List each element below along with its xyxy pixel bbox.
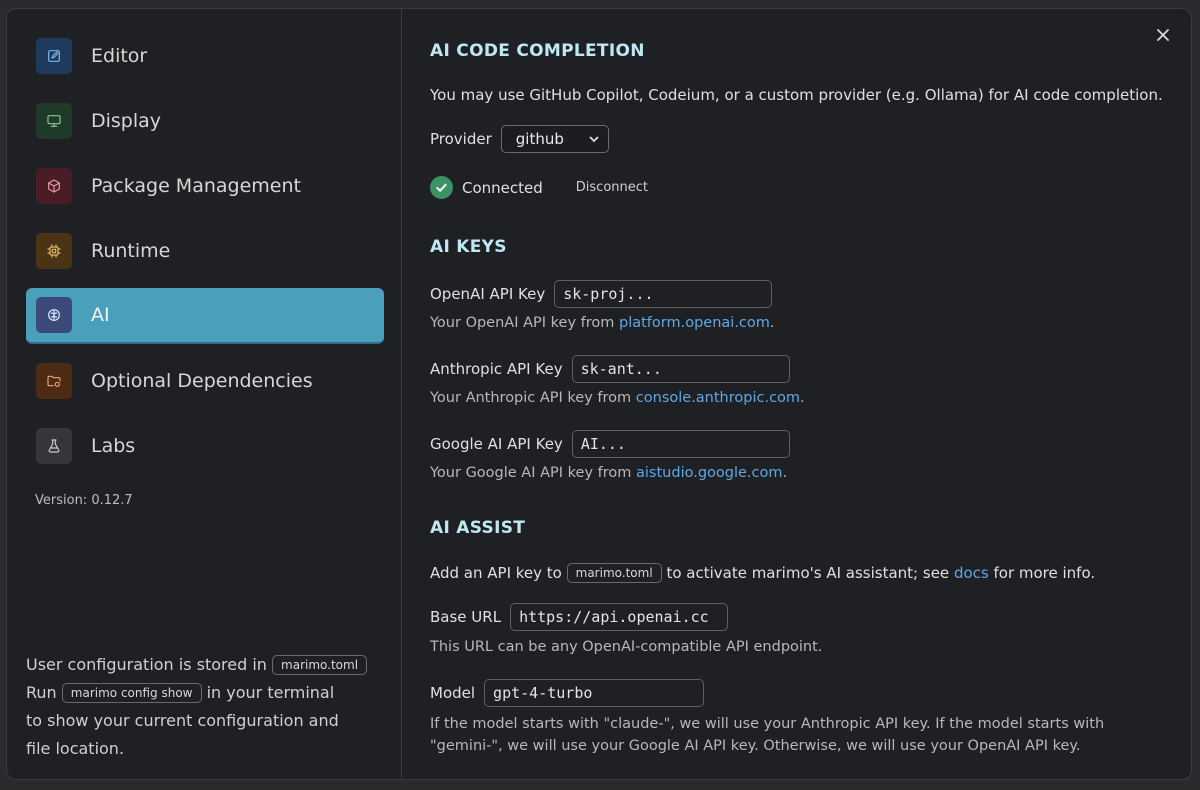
google-key-input[interactable] — [571, 430, 790, 458]
connection-status: Connected — [462, 178, 543, 197]
anthropic-key-help: Your Anthropic API key from console.anth… — [430, 390, 805, 406]
sidebar-item-labs[interactable]: Labs — [26, 418, 384, 474]
google-aistudio-link[interactable]: aistudio.google.com — [636, 465, 782, 481]
assist-config-file-badge: marimo.toml — [566, 563, 662, 583]
provider-row: Provider github — [430, 125, 609, 153]
sidebar-item-label: Optional Dependencies — [91, 370, 313, 392]
provider-select[interactable]: github — [500, 125, 609, 153]
google-key-row: Google AI API Key — [430, 430, 790, 458]
help-text: . — [782, 465, 788, 481]
model-help: If the model starts with "claude-", we w… — [430, 716, 1105, 754]
sidebar-item-package-management[interactable]: Package Management — [26, 158, 384, 214]
help-text: Your OpenAI API key from — [430, 315, 615, 331]
anthropic-key-row: Anthropic API Key — [430, 355, 790, 383]
config-note-text: User configuration is stored in — [26, 655, 267, 674]
check-circle-icon — [430, 176, 453, 199]
config-location-note: User configuration is stored in marimo.t… — [26, 651, 386, 763]
settings-dialog: Editor Display Package Management Runtim… — [6, 8, 1192, 780]
sidebar-item-ai[interactable]: AI — [26, 288, 384, 344]
openai-key-row: OpenAI API Key — [430, 280, 773, 308]
version-label: Version: 0.12.7 — [35, 493, 133, 508]
openai-platform-link[interactable]: platform.openai.com — [619, 315, 770, 331]
sidebar-item-label: Display — [91, 110, 162, 132]
base-url-row: Base URL — [430, 603, 729, 631]
assist-intro-text: Add an API key to — [430, 564, 562, 582]
provider-label: Provider — [430, 130, 492, 148]
section-title-ai-code-completion: AI CODE COMPLETION — [430, 41, 645, 61]
help-text: Your Google AI API key from — [430, 465, 632, 481]
sidebar-item-label: Runtime — [91, 240, 171, 262]
anthropic-key-input[interactable] — [571, 355, 790, 383]
openai-key-label: OpenAI API Key — [430, 285, 546, 303]
sidebar-item-label: Labs — [91, 435, 136, 457]
config-note-text: file location. — [26, 739, 125, 758]
cpu-icon — [36, 233, 72, 269]
connection-status-row: Connected Disconnect — [430, 176, 648, 199]
flask-icon — [36, 428, 72, 464]
sidebar-item-label: AI — [91, 304, 110, 326]
sidebar-item-runtime[interactable]: Runtime — [26, 223, 384, 279]
config-note-text: to show your current configuration and — [26, 711, 339, 730]
config-note-text: in your terminal — [206, 683, 335, 702]
sidebar-item-label: Package Management — [91, 175, 301, 197]
google-key-label: Google AI API Key — [430, 435, 563, 453]
sidebar-item-display[interactable]: Display — [26, 93, 384, 149]
edit-icon — [36, 38, 72, 74]
brain-icon — [36, 297, 72, 333]
section-title-ai-assist: AI ASSIST — [430, 518, 526, 538]
help-text: . — [769, 315, 775, 331]
config-note-text: Run — [26, 683, 57, 702]
openai-key-help: Your OpenAI API key from platform.openai… — [430, 315, 775, 331]
folder-cog-icon — [36, 363, 72, 399]
settings-sidebar: Editor Display Package Management Runtim… — [7, 9, 402, 779]
settings-content: AI CODE COMPLETION You may use GitHub Co… — [403, 9, 1191, 779]
sidebar-item-editor[interactable]: Editor — [26, 28, 384, 84]
assist-intro-text: for more info. — [993, 564, 1096, 582]
model-label: Model — [430, 684, 476, 702]
help-text: . — [800, 390, 805, 406]
base-url-help: This URL can be any OpenAI-compatible AP… — [430, 639, 823, 655]
sidebar-item-label: Editor — [91, 45, 148, 67]
close-icon — [1157, 29, 1169, 41]
close-button[interactable] — [1153, 25, 1173, 45]
monitor-icon — [36, 103, 72, 139]
chevron-down-icon — [589, 136, 599, 143]
anthropic-key-label: Anthropic API Key — [430, 360, 563, 378]
assist-intro: Add an API key to marimo.toml to activat… — [430, 563, 1095, 583]
openai-key-input[interactable] — [554, 280, 773, 308]
config-command-badge: marimo config show — [61, 683, 202, 703]
completion-description: You may use GitHub Copilot, Codeium, or … — [430, 86, 1163, 104]
package-icon — [36, 168, 72, 204]
base-url-input[interactable] — [510, 603, 729, 631]
help-text: Your Anthropic API key from — [430, 390, 632, 406]
base-url-label: Base URL — [430, 608, 502, 626]
disconnect-button[interactable]: Disconnect — [576, 180, 648, 195]
provider-select-value: github — [515, 130, 564, 148]
assist-intro-text: to activate marimo's AI assistant; see — [666, 564, 950, 582]
model-row: Model — [430, 679, 705, 707]
google-key-help: Your Google AI API key from aistudio.goo… — [430, 465, 787, 481]
anthropic-console-link[interactable]: console.anthropic.com — [636, 390, 800, 406]
sidebar-item-optional-dependencies[interactable]: Optional Dependencies — [26, 353, 384, 409]
docs-link[interactable]: docs — [954, 564, 989, 582]
config-file-badge: marimo.toml — [272, 655, 368, 675]
model-input[interactable] — [484, 679, 705, 707]
section-title-ai-keys: AI KEYS — [430, 237, 507, 257]
